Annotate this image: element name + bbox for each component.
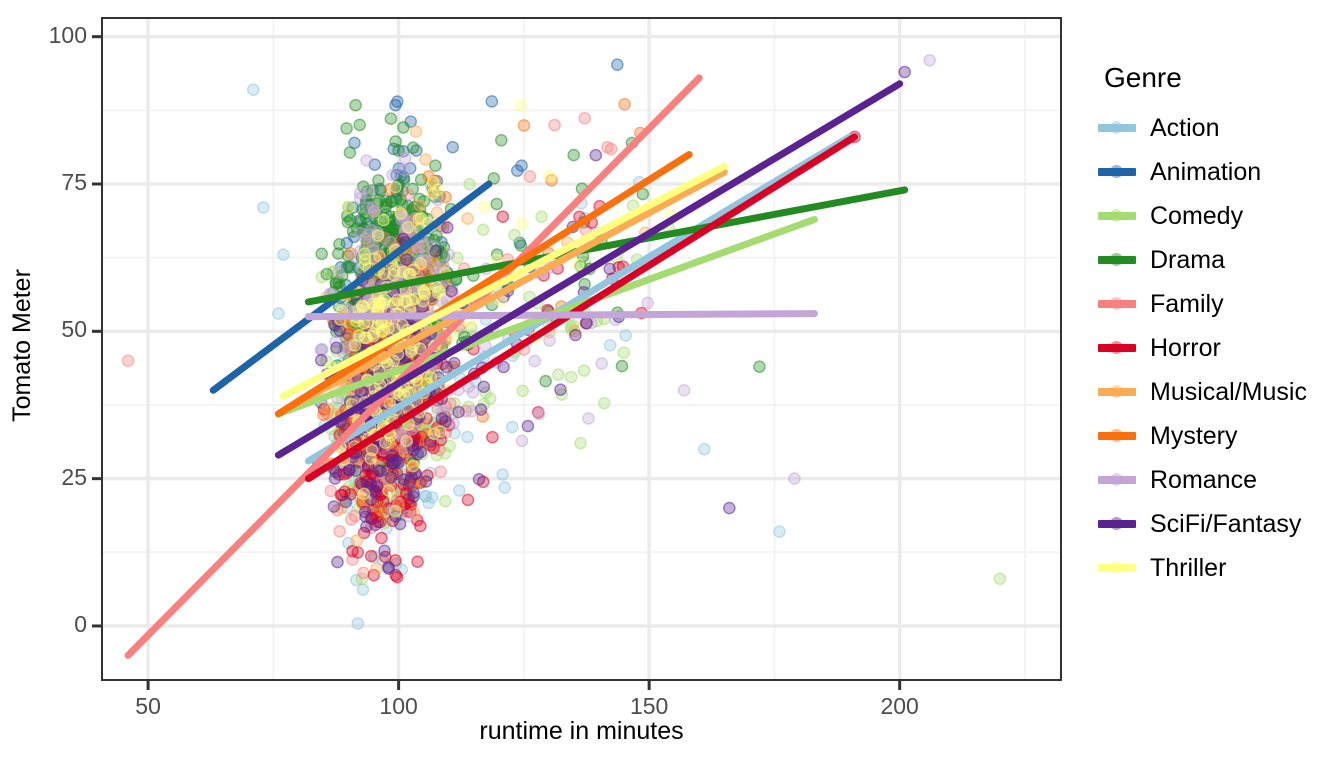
legend-point-icon [1110,121,1123,134]
x-tick-label: 100 [379,693,418,719]
legend-point-icon [1110,297,1123,310]
plot-canvas [103,19,1060,679]
legend-point-icon [1110,473,1123,486]
legend-item-comedy[interactable]: Comedy [1098,194,1338,238]
y-tick-label: 50 [61,316,87,343]
chart-root: Tomato Meter 0 25 50 75 100 50 100 150 200 runt… [0,0,1344,768]
legend-item-mystery[interactable]: Mystery [1098,414,1338,458]
x-tick-label: 150 [629,693,669,719]
legend-item-label: Comedy [1150,201,1244,230]
legend-point-icon [1110,385,1123,398]
y-tick-label: 0 [74,610,87,637]
legend-items: Action Animation Comedy Drama Family Horror Mu… [1098,106,1338,590]
y-tick-label: 100 [48,21,87,48]
legend-title: Genre [1104,62,1182,93]
legend-item-label: Action [1150,113,1220,142]
scatter-points [121,54,1007,630]
legend-item-label: Thriller [1150,553,1227,582]
legend-point-icon [1110,517,1123,530]
trend-line-romance [304,310,818,321]
legend-key-swatch [1098,153,1136,191]
legend-point-icon [1110,429,1123,442]
legend-item-drama[interactable]: Drama [1098,238,1338,282]
legend-key-swatch [1098,549,1136,587]
legend-item-thriller[interactable]: Thriller [1098,546,1338,590]
y-tick-label: 75 [61,169,87,195]
legend-point-icon [1110,341,1123,354]
x-axis-title: runtime in minutes [101,717,1062,746]
legend-point-icon [1110,561,1123,574]
legend-item-horror[interactable]: Horror [1098,326,1338,370]
legend-point-icon [1110,165,1123,178]
legend-key-swatch [1098,109,1136,147]
legend-item-animation[interactable]: Animation [1098,150,1338,194]
legend-key-swatch [1098,505,1136,543]
legend-item-scifi-fantasy[interactable]: SciFi/Fantasy [1098,502,1338,546]
x-tick-label: 50 [135,693,161,719]
legend-item-label: Mystery [1150,421,1238,450]
legend-item-family[interactable]: Family [1098,282,1338,326]
legend: Genre Action Animation Comedy Drama Family Ho… [1098,62,1338,590]
legend-key-swatch [1098,241,1136,279]
x-axis-title-text: runtime in minutes [479,717,684,745]
legend-item-label: SciFi/Fantasy [1150,509,1302,538]
legend-item-label: Horror [1150,333,1221,362]
legend-key-swatch [1098,373,1136,411]
legend-item-label: Animation [1150,157,1262,186]
legend-point-icon [1110,253,1123,266]
legend-item-musical-music[interactable]: Musical/Music [1098,370,1338,414]
legend-key-swatch [1098,197,1136,235]
y-axis-title-text: Tomato Meter [7,268,36,422]
legend-point-icon [1110,209,1123,222]
legend-key-swatch [1098,461,1136,499]
x-tick-label: 200 [880,693,919,719]
legend-item-label: Family [1150,289,1224,318]
plot-panel [101,17,1062,681]
legend-item-romance[interactable]: Romance [1098,458,1338,502]
legend-item-action[interactable]: Action [1098,106,1338,150]
y-axis-title: Tomato Meter [0,0,44,690]
legend-item-label: Musical/Music [1150,377,1307,406]
legend-key-swatch [1098,285,1136,323]
legend-key-swatch [1098,329,1136,367]
y-tick-label: 25 [61,463,87,490]
legend-item-label: Romance [1150,465,1257,494]
legend-item-label: Drama [1150,245,1226,274]
legend-key-swatch [1098,417,1136,455]
